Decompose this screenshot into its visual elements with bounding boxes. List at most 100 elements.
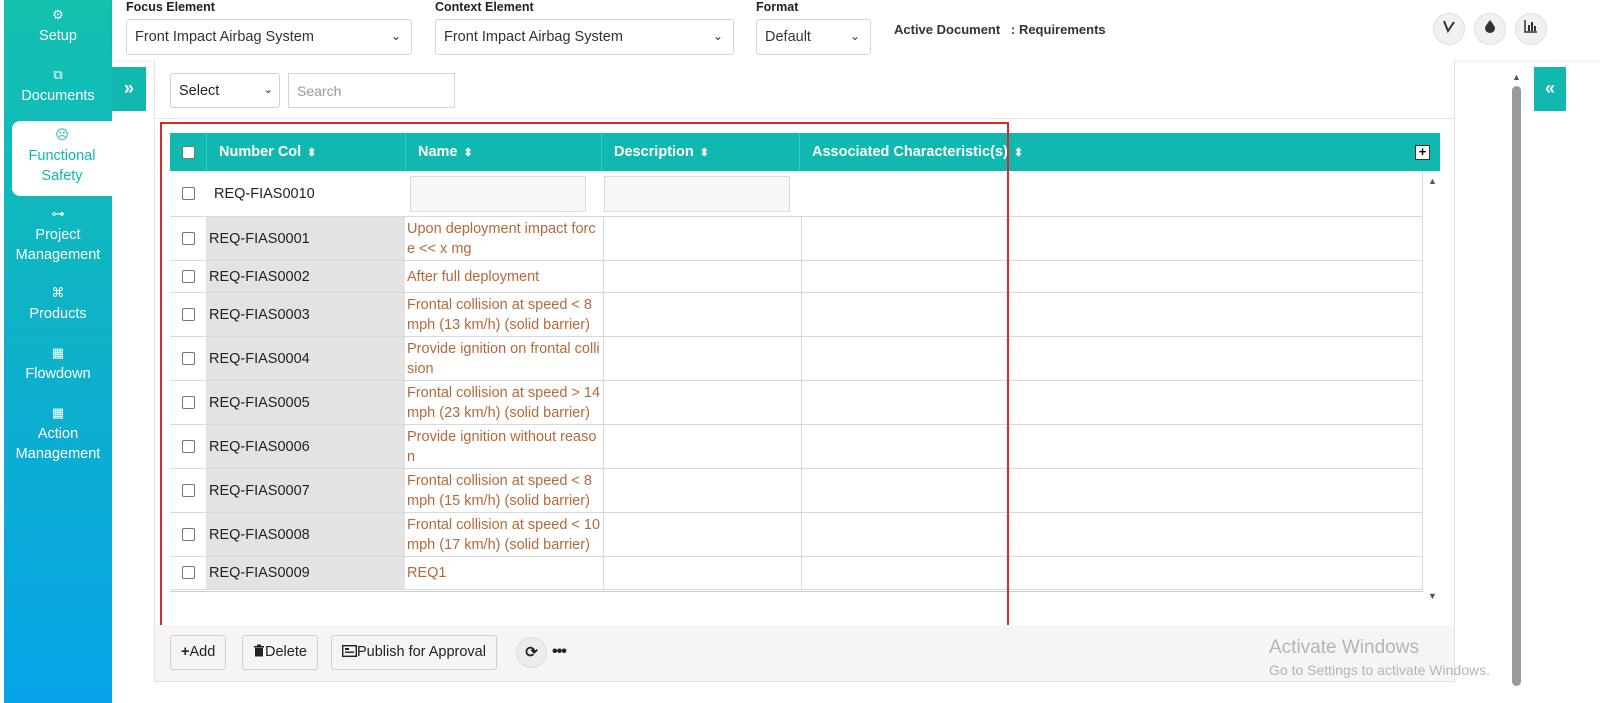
name-cell[interactable]: Upon deployment impact force << x mg xyxy=(405,217,604,260)
refresh-button[interactable]: ⟳ xyxy=(516,637,547,668)
building-icon: ▦ xyxy=(51,405,65,420)
description-input[interactable] xyxy=(604,176,790,212)
associated-cell[interactable] xyxy=(802,261,1423,292)
row-checkbox[interactable] xyxy=(182,483,195,497)
sidebar-item-documents[interactable]: ⧉ Documents xyxy=(4,66,112,106)
row-checkbox[interactable] xyxy=(182,231,195,245)
row-checkbox[interactable] xyxy=(182,307,195,321)
sidebar-item-setup[interactable]: ⚙ Setup xyxy=(4,6,112,46)
table-row[interactable]: REQ-FIAS0009 REQ1 xyxy=(170,557,1423,590)
filter-select[interactable]: Select ⌄ xyxy=(170,73,280,108)
number-value: REQ-FIAS0010 xyxy=(214,185,315,202)
description-cell[interactable] xyxy=(604,217,802,260)
delete-button[interactable]: Delete xyxy=(242,635,318,670)
format-value: Default xyxy=(765,29,811,45)
select-all-checkbox[interactable] xyxy=(182,146,195,159)
associated-cell[interactable] xyxy=(802,217,1423,260)
sidebar-item-action-management[interactable]: ▦ Action Management xyxy=(4,404,112,464)
sort-icon: ⬍ xyxy=(1013,147,1024,159)
column-header-name[interactable]: Name ⬍ xyxy=(406,133,602,171)
table-row[interactable]: REQ-FIAS0003 Frontal collision at speed … xyxy=(170,293,1423,337)
table-row[interactable]: REQ-FIAS0008 Frontal collision at speed … xyxy=(170,513,1423,557)
name-cell[interactable]: Frontal collision at speed < 8 mph (15 k… xyxy=(405,469,604,512)
row-checkbox[interactable] xyxy=(182,439,195,453)
associated-cell[interactable] xyxy=(802,557,1423,589)
sidebar-item-functional-safety[interactable]: ☹ Functional Safety xyxy=(12,121,112,196)
search-input[interactable] xyxy=(288,73,455,108)
expand-panel-button[interactable]: » xyxy=(112,67,146,111)
name-cell[interactable]: Frontal collision at speed < 8 mph (13 k… xyxy=(405,293,604,336)
name-cell[interactable]: REQ1 xyxy=(405,557,604,589)
name-cell[interactable]: Frontal collision at speed > 14 mph (23 … xyxy=(405,381,604,424)
page-scrollbar[interactable] xyxy=(1512,86,1521,686)
row-checkbox[interactable] xyxy=(182,186,195,200)
row-checkbox[interactable] xyxy=(182,395,195,409)
description-cell[interactable] xyxy=(604,261,802,292)
sidebar-item-products[interactable]: ⌘ Products xyxy=(4,284,112,324)
name-cell[interactable]: After full deployment xyxy=(405,261,604,292)
grid-scroll-up-icon[interactable]: ▲ xyxy=(1428,176,1437,186)
publish-label: Publish for Approval xyxy=(357,644,486,660)
description-cell[interactable] xyxy=(604,425,802,468)
table-row[interactable]: REQ-FIAS0001 Upon deployment impact forc… xyxy=(170,217,1423,261)
collapse-panel-button[interactable]: « xyxy=(1534,67,1566,111)
description-cell[interactable] xyxy=(604,337,802,380)
table-row[interactable]: REQ-FIAS0007 Frontal collision at speed … xyxy=(170,469,1423,513)
row-checkbox[interactable] xyxy=(182,527,195,541)
add-button[interactable]: +Add xyxy=(170,635,227,670)
number-cell: REQ-FIAS0006 xyxy=(206,425,405,468)
publish-for-approval-button[interactable]: Publish for Approval xyxy=(331,635,497,670)
sidebar-item-flowdown[interactable]: ▦ Flowdown xyxy=(4,344,112,384)
hierarchy-icon: ⊶ xyxy=(51,206,65,221)
row-checkbox[interactable] xyxy=(182,566,195,579)
focus-element-select[interactable]: Front Impact Airbag System ⌄ xyxy=(126,19,412,55)
row-checkbox[interactable] xyxy=(182,269,195,283)
column-header-description[interactable]: Description ⬍ xyxy=(602,133,800,171)
description-cell[interactable] xyxy=(604,513,802,556)
grid-scroll-down-icon[interactable]: ▼ xyxy=(1428,591,1437,601)
description-cell[interactable] xyxy=(604,557,802,589)
format-select[interactable]: Default ⌄ xyxy=(756,19,871,55)
associated-cell[interactable] xyxy=(802,337,1423,380)
add-column-button[interactable]: + xyxy=(1415,145,1430,160)
number-cell: REQ-FIAS0005 xyxy=(206,381,405,424)
number-cell: REQ-FIAS0008 xyxy=(206,513,405,556)
associated-cell[interactable] xyxy=(802,293,1423,336)
name-cell[interactable]: Frontal collision at speed < 10 mph (17 … xyxy=(405,513,604,556)
vine-icon-button[interactable] xyxy=(1433,13,1465,45)
row-checkbox-cell xyxy=(170,469,206,512)
description-cell[interactable] xyxy=(604,469,802,512)
table-row[interactable]: REQ-FIAS0006 Provide ignition without re… xyxy=(170,425,1423,469)
chart-icon-button[interactable] xyxy=(1515,13,1547,45)
context-element-select[interactable]: Front Impact Airbag System ⌄ xyxy=(435,19,734,55)
description-cell[interactable] xyxy=(604,293,802,336)
associated-cell[interactable] xyxy=(802,469,1423,512)
sort-icon: ⬍ xyxy=(463,147,473,159)
associated-cell[interactable] xyxy=(802,381,1423,424)
sidebar-item-project-management[interactable]: ⊶ Project Management xyxy=(4,205,112,265)
associated-cell[interactable] xyxy=(802,425,1423,468)
table-row[interactable]: REQ-FIAS0002 After full deployment xyxy=(170,261,1423,293)
associated-cell[interactable] xyxy=(802,513,1423,556)
associated-cell xyxy=(802,171,1423,216)
more-options-icon[interactable]: ••• xyxy=(552,643,567,661)
column-label: Associated Characteristic(s) xyxy=(812,144,1008,160)
name-cell[interactable]: Provide ignition on frontal collision xyxy=(405,337,604,380)
number-cell: REQ-FIAS0010 xyxy=(206,171,405,216)
page-scroll-up-icon[interactable]: ▲ xyxy=(1512,72,1521,82)
name-input[interactable] xyxy=(410,176,586,212)
chevron-down-icon: ⌄ xyxy=(263,84,273,96)
column-label: Number Col xyxy=(219,144,302,160)
drop-icon-button[interactable] xyxy=(1474,13,1506,45)
name-cell[interactable]: Provide ignition without reason xyxy=(405,425,604,468)
row-checkbox[interactable] xyxy=(182,351,195,365)
description-cell[interactable] xyxy=(604,381,802,424)
focus-element-label: Focus Element xyxy=(126,0,215,14)
table-row[interactable]: REQ-FIAS0004 Provide ignition on frontal… xyxy=(170,337,1423,381)
format-label: Format xyxy=(756,0,799,14)
column-header-associated-characteristics[interactable]: Associated Characteristic(s) ⬍ xyxy=(800,133,1400,171)
sidebar-item-label: Setup xyxy=(39,28,77,44)
table-row[interactable]: REQ-FIAS0005 Frontal collision at speed … xyxy=(170,381,1423,425)
column-header-number[interactable]: Number Col ⬍ xyxy=(207,133,406,171)
refresh-icon: ⟳ xyxy=(525,644,538,661)
